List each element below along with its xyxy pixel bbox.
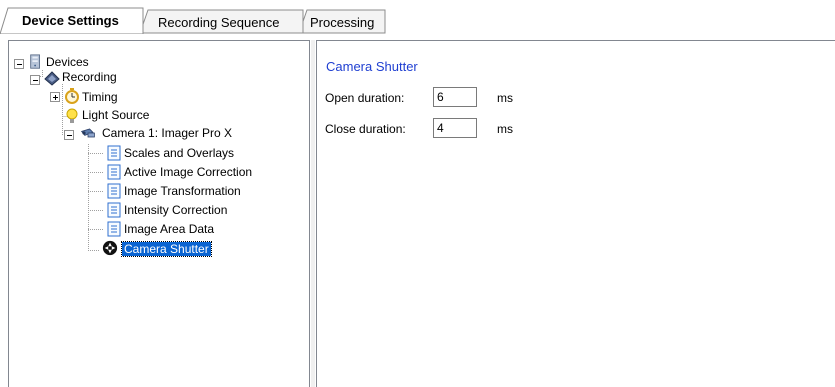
tree-node-intensity[interactable]: Intensity Correction: [124, 202, 227, 218]
document-icon: [107, 145, 121, 161]
tab-processing[interactable]: Processing: [310, 15, 374, 30]
recording-expander[interactable]: [30, 75, 40, 85]
tree-node-timing[interactable]: Timing: [82, 89, 118, 105]
camera-expander[interactable]: [64, 130, 74, 140]
stopwatch-icon: [65, 88, 79, 104]
close-duration-unit: ms: [497, 122, 513, 136]
devices-expander[interactable]: [14, 59, 24, 69]
document-icon: [107, 202, 121, 218]
tab-device-settings[interactable]: Device Settings: [22, 13, 119, 28]
tree-node-camera-shutter[interactable]: Camera Shutter: [121, 241, 212, 257]
open-duration-unit: ms: [497, 91, 513, 105]
shutter-icon: [102, 240, 118, 256]
tab-strip: Device Settings Recording Sequence Proce…: [0, 0, 835, 34]
tree-node-active-correction[interactable]: Active Image Correction: [124, 164, 252, 180]
open-duration-label: Open duration:: [325, 91, 405, 105]
tree-node-devices[interactable]: Devices: [46, 54, 89, 70]
close-duration-label: Close duration:: [325, 122, 406, 136]
document-icon: [107, 221, 121, 237]
document-icon: [107, 183, 121, 199]
close-duration-input[interactable]: [433, 118, 477, 138]
tree-node-light-source[interactable]: Light Source: [82, 107, 149, 123]
properties-panel: Camera Shutter Open duration: ms Close d…: [316, 40, 835, 387]
timing-expander[interactable]: [50, 92, 60, 102]
section-title: Camera Shutter: [326, 59, 418, 74]
tree-node-camera[interactable]: Camera 1: Imager Pro X: [102, 125, 232, 141]
tree-node-transformation[interactable]: Image Transformation: [124, 183, 241, 199]
tree-node-recording[interactable]: Recording: [62, 69, 117, 85]
server-icon: [30, 54, 40, 69]
camera-icon: [80, 128, 95, 138]
document-icon: [107, 164, 121, 180]
open-duration-input[interactable]: [433, 87, 477, 107]
tree-node-scales[interactable]: Scales and Overlays: [124, 145, 234, 161]
tree-node-area-data[interactable]: Image Area Data: [124, 221, 214, 237]
lightbulb-icon: [66, 108, 78, 123]
recording-icon: [44, 71, 60, 86]
panel-splitter[interactable]: [311, 40, 315, 387]
tab-shapes: [0, 7, 386, 34]
tab-recording-sequence[interactable]: Recording Sequence: [158, 15, 279, 30]
